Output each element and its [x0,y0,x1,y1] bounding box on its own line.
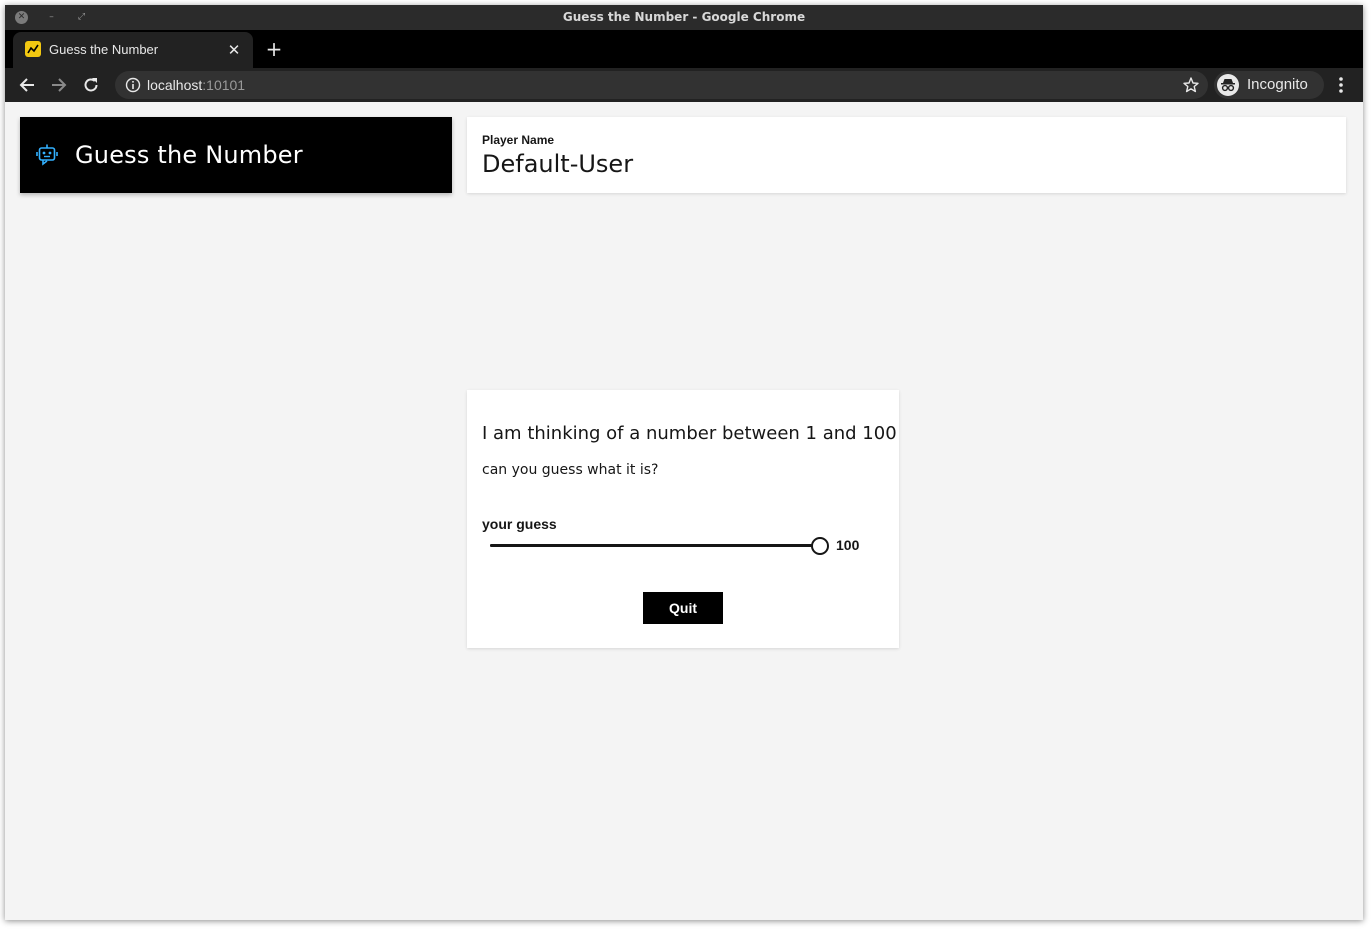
player-card: Player Name Default-User [467,117,1346,193]
page-content: Guess the Number Player Name Default-Use… [5,102,1363,920]
game-headline: I am thinking of a number between 1 and … [482,423,897,444]
slider-thumb[interactable] [811,537,829,555]
incognito-icon [1217,74,1239,96]
chart-favicon-icon [25,41,41,57]
new-tab-icon[interactable]: + [263,38,285,60]
slider-fill [490,544,820,547]
tab-close-icon[interactable]: ✕ [225,41,243,59]
tab-guess-the-number[interactable]: Guess the Number ✕ [13,32,253,68]
incognito-profile-button[interactable]: Incognito [1214,71,1324,99]
arrow-right-icon[interactable] [45,71,73,99]
url-text: localhost:10101 [147,71,245,99]
reload-icon[interactable] [77,71,105,99]
info-icon[interactable] [125,77,141,93]
quit-button[interactable]: Quit [643,592,723,624]
guess-label: your guess [482,516,557,532]
browser-window: ✕ – ⤢ Guess the Number - Google Chrome G… [5,5,1363,920]
player-name-value: Default-User [482,150,634,178]
robot-icon [35,143,59,167]
guess-slider[interactable] [490,536,829,556]
title-bar: ✕ – ⤢ Guess the Number - Google Chrome [5,5,1363,30]
window-title: Guess the Number - Google Chrome [562,10,806,24]
game-subline: can you guess what it is? [482,462,659,478]
star-icon[interactable] [1182,76,1200,94]
player-name-label: Player Name [482,133,555,147]
address-bar[interactable]: localhost:10101 [115,71,1208,99]
slider-value: 100 [836,537,860,553]
tab-strip: Guess the Number ✕ + [5,30,1363,68]
url-host: localhost [147,77,203,93]
app-header: Guess the Number [20,117,452,193]
game-card: I am thinking of a number between 1 and … [467,390,899,648]
app-title: Guess the Number [75,141,303,169]
incognito-label: Incognito [1247,76,1308,93]
url-port: :10101 [202,77,246,93]
browser-toolbar: localhost:10101 Incognito [5,68,1363,102]
arrow-left-icon[interactable] [13,71,41,99]
tab-title: Guess the Number [49,42,159,57]
kebab-menu-icon[interactable] [1331,73,1351,97]
